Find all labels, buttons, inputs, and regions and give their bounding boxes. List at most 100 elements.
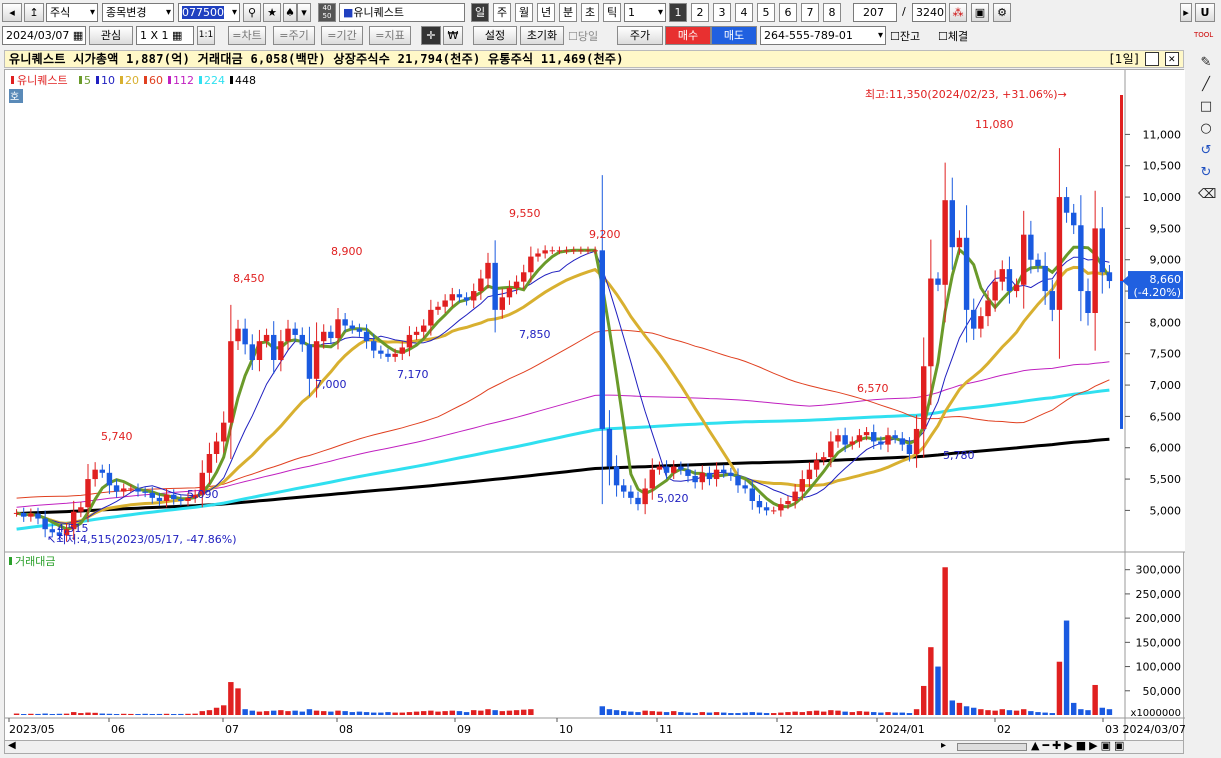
volume-bar: [849, 712, 855, 715]
candle-body: [413, 331, 420, 335]
prev-screen-icon[interactable]: ◂: [2, 3, 22, 22]
candle-body: [563, 250, 570, 252]
volume-bar: [385, 712, 391, 715]
sizes-button[interactable]: 40 50: [318, 3, 336, 22]
volume-bar: [963, 706, 970, 715]
volume-bar: [356, 711, 363, 715]
volume-legend-marker: [9, 557, 12, 565]
page-button-3[interactable]: 3: [713, 3, 731, 22]
chart-button[interactable]: =차트: [228, 26, 266, 45]
page-button-6[interactable]: 6: [779, 3, 797, 22]
balance-checkbox[interactable]: ☐잔고: [890, 28, 920, 44]
candle-body: [421, 325, 427, 332]
next-screen-icon[interactable]: ▸: [1180, 3, 1192, 22]
price-button[interactable]: 주가: [617, 26, 663, 45]
exec-checkbox[interactable]: ☐체결: [938, 28, 968, 44]
volume-bar: [821, 711, 827, 715]
candle-body: [78, 507, 84, 512]
pencil-icon[interactable]: ✎: [1198, 55, 1214, 71]
candle-body: [913, 428, 920, 454]
candle-body: [735, 475, 741, 486]
rectangle-icon[interactable]: □: [1198, 99, 1214, 115]
chart-scrollbar[interactable]: ◀ ▸ ▲━✚▶■▶▣▣: [4, 739, 1184, 754]
date-input[interactable]: 2024/03/07 ▦: [2, 26, 86, 45]
page-button-2[interactable]: 2: [691, 3, 709, 22]
page-button-7[interactable]: 7: [801, 3, 819, 22]
circle-icon[interactable]: ○: [1198, 121, 1214, 137]
gear-icon[interactable]: ⚙: [993, 3, 1011, 22]
calendar-icon: ▦: [72, 29, 84, 42]
indicator-button[interactable]: =지표: [369, 26, 411, 45]
period-button-5[interactable]: 초: [581, 3, 599, 22]
candle-body: [378, 350, 384, 354]
page-button-8[interactable]: 8: [823, 3, 841, 22]
term-button[interactable]: =기간: [321, 26, 363, 45]
cycle-button[interactable]: =주기: [273, 26, 315, 45]
nav-controls-icon[interactable]: ▲━✚▶■▶▣▣: [1031, 739, 1127, 752]
volume-bar: [42, 713, 48, 715]
price-annotation: 6,570: [857, 382, 889, 395]
count-input[interactable]: 207: [853, 3, 897, 22]
buy-button[interactable]: 매수: [665, 26, 711, 45]
zoom-slider[interactable]: [957, 743, 1027, 751]
star-icon[interactable]: ★: [263, 3, 281, 22]
won-button[interactable]: ₩: [443, 26, 463, 45]
stock-name-field[interactable]: ■유니퀘스트: [339, 3, 465, 22]
volume-bar: [671, 711, 677, 715]
page-button-1[interactable]: 1: [669, 3, 687, 22]
volume-bar: [642, 710, 648, 715]
code-input[interactable]: 077500: [178, 3, 240, 22]
period-button-1[interactable]: 주: [493, 3, 511, 22]
scroll-left-icon[interactable]: ◀: [8, 740, 16, 751]
period-button-0[interactable]: 일: [471, 3, 489, 22]
legend-swatch: [144, 76, 147, 84]
candle-body: [156, 497, 163, 501]
stock-info-text: 유니퀘스트 시가총액 1,887(억) 거래대금 6,058(백만) 상장주식수…: [9, 52, 624, 66]
candle-body: [271, 334, 277, 360]
one-one-button[interactable]: 1:1: [197, 26, 215, 45]
save-icon[interactable]: ▣: [971, 3, 989, 22]
market-select[interactable]: 주식: [46, 3, 98, 22]
price-annotation: 9,550: [509, 207, 541, 220]
period-button-3[interactable]: 년: [537, 3, 555, 22]
eraser-icon[interactable]: ⌫: [1198, 187, 1216, 203]
page-button-5[interactable]: 5: [757, 3, 775, 22]
candle-body: [749, 488, 755, 501]
period-button-2[interactable]: 월: [515, 3, 533, 22]
candle-body: [121, 488, 127, 492]
undo-icon[interactable]: ↺: [1198, 143, 1214, 159]
close-icon[interactable]: ✕: [1165, 52, 1179, 66]
period-count-select[interactable]: 1: [624, 3, 666, 22]
total-input[interactable]: 3240: [912, 3, 946, 22]
search-icon[interactable]: ⚲: [243, 3, 261, 22]
period-button-4[interactable]: 분: [559, 3, 577, 22]
volume-bar: [992, 710, 998, 715]
chart-panel[interactable]: 5,0005,5006,0006,5007,0007,5008,0008,500…: [4, 69, 1186, 742]
price-chart-svg[interactable]: 5,0005,5006,0006,5007,0007,5008,0008,500…: [5, 70, 1186, 742]
restore-icon[interactable]: [1145, 52, 1159, 66]
dropdown-icon[interactable]: ▾: [297, 3, 311, 22]
user-button[interactable]: U: [1195, 3, 1215, 22]
same-day-checkbox[interactable]: ☐당일: [568, 28, 598, 44]
spade-icon[interactable]: ♠: [283, 3, 297, 22]
y-tick-label: 6,000: [1150, 442, 1182, 455]
account-select[interactable]: 264-555-789-01: [760, 26, 886, 45]
crosshair-icon[interactable]: ✛: [421, 26, 441, 45]
scroll-right-icon[interactable]: ▸: [941, 740, 946, 751]
layout-field[interactable]: 1 X 1 ▦: [136, 26, 194, 45]
pin-icon[interactable]: ↥: [24, 3, 44, 22]
period-button-6[interactable]: 틱: [603, 3, 621, 22]
table-icon: ▦: [172, 29, 183, 42]
volume-bar: [85, 712, 91, 715]
change-code-select[interactable]: 종목변경: [102, 3, 174, 22]
sell-button[interactable]: 매도: [711, 26, 757, 45]
watch-button[interactable]: 관심: [89, 26, 133, 45]
settings-button[interactable]: 설정: [473, 26, 517, 45]
redo-icon[interactable]: ↻: [1198, 165, 1214, 181]
volume-bar: [63, 713, 70, 715]
grid-icon[interactable]: ⁂: [949, 3, 967, 22]
candle-body: [771, 510, 777, 512]
page-button-4[interactable]: 4: [735, 3, 753, 22]
reset-button[interactable]: 초기화: [520, 26, 564, 45]
line-icon[interactable]: ╱: [1198, 77, 1214, 93]
